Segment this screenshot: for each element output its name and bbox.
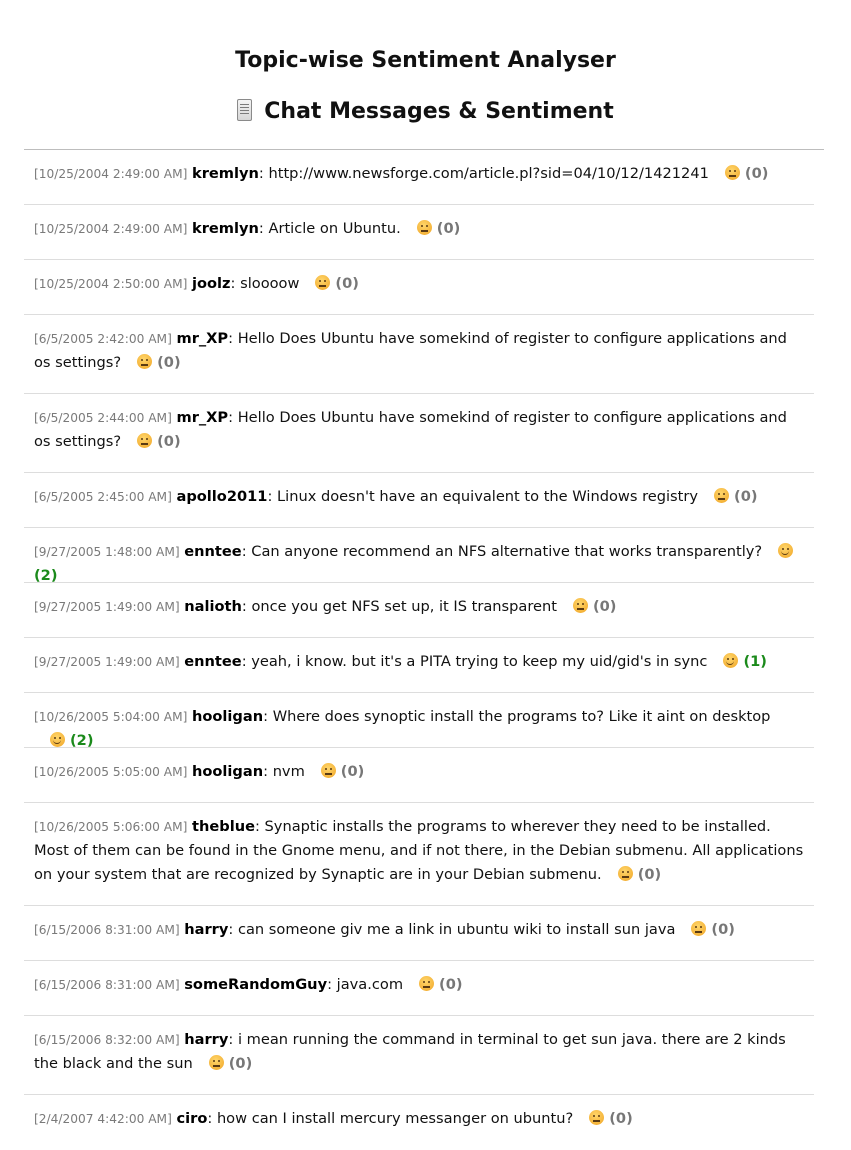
neutral-face-icon [315,275,331,290]
sentiment-score: (0) [340,763,365,780]
neutral-face-icon [617,866,633,881]
sentiment-score: (0) [157,433,181,450]
neutral-face-icon [691,921,707,936]
message-user: hooligan [191,763,264,780]
message-timestamp: [10/25/2004 2:50:00 AM] [34,277,188,291]
section-title: Chat Messages & Sentiment [0,99,851,124]
message-row: [9/27/2005 1:49:00 AM] nalioth: once you… [24,583,814,638]
message-timestamp: [10/26/2005 5:05:00 AM] [34,765,188,779]
message-timestamp: [10/26/2005 5:06:00 AM] [34,820,188,834]
sentiment-score: (0) [436,220,461,237]
message-timestamp: [10/25/2004 2:49:00 AM] [34,222,188,236]
sentiment-score: (0) [228,1055,253,1072]
sentiment-score: (0) [734,488,758,505]
section-title-text: Chat Messages & Sentiment [264,99,614,124]
message-row: [2/4/2007 4:42:00 AM] ciro: how can I in… [34,1110,633,1127]
neutral-face-icon [137,354,153,369]
message-user: enntee [184,653,242,670]
message-user: someRandomGuy [184,976,328,993]
sentiment-score: (0) [711,921,735,938]
message-user: mr_XP [176,330,229,347]
message-timestamp: [9/27/2005 1:49:00 AM] [34,600,180,614]
neutral-face-icon [419,976,435,991]
message-user: kremlyn [191,220,259,237]
smiling-face-icon [50,732,65,747]
neutral-face-icon [208,1055,224,1070]
message-row: [6/15/2006 8:32:00 AM] harry: i mean run… [24,1016,814,1095]
sentiment-score: (0) [637,866,662,883]
message-text: Can anyone recommend an NFS alternative … [251,543,763,560]
message-timestamp: [6/15/2006 8:31:00 AM] [34,923,180,937]
message-timestamp: [6/15/2006 8:31:00 AM] [34,978,180,992]
sentiment-score: (2) [34,567,58,584]
message-user: mr_XP [176,409,229,426]
message-timestamp: [10/25/2004 2:49:00 AM] [34,167,188,181]
message-user: kremlyn [191,165,259,182]
message-row: [6/5/2005 2:42:00 AM] mr_XP: Hello Does … [24,315,814,394]
message-text: Article on Ubuntu. [268,220,401,237]
message-row: [10/26/2005 5:06:00 AM] theblue: Synapti… [24,803,814,906]
message-row: [10/26/2005 5:05:00 AM] hooligan: nvm (0) [24,748,814,803]
message-text: sloooow [240,275,300,292]
message-text: how can I install mercury messanger on u… [216,1110,574,1127]
smiling-face-icon [723,653,739,668]
message-timestamp: [9/27/2005 1:49:00 AM] [34,655,180,669]
message-text: nvm [272,763,305,780]
neutral-face-icon [589,1110,605,1125]
message-text: yeah, i know. but it's a PITA trying to … [251,653,708,670]
message-user: apollo2011 [176,488,268,505]
page-title: Topic-wise Sentiment Analyser [235,48,616,73]
message-timestamp: [2/4/2007 4:42:00 AM] [34,1112,172,1126]
message-row: [10/25/2004 2:50:00 AM] joolz: sloooow (0… [24,260,814,315]
sentiment-score: (0) [592,598,617,615]
sentiment-score: (1) [743,653,767,670]
message-timestamp: [9/27/2005 1:48:00 AM] [34,545,180,559]
message-row: [10/25/2004 2:49:00 AM] kremlyn: Article… [24,205,814,260]
message-text: can someone giv me a link in ubuntu wiki… [237,921,676,938]
message-list: [10/25/2004 2:49:00 AM] kremlyn: http://… [24,150,814,1150]
message-timestamp: [6/15/2006 8:32:00 AM] [34,1033,180,1047]
sentiment-score: (0) [439,976,463,993]
message-user: harry [184,1031,229,1048]
neutral-face-icon [724,165,740,180]
message-user: theblue [191,818,255,835]
sentiment-score: (0) [744,165,769,182]
neutral-face-icon [320,763,336,778]
neutral-face-icon [137,433,153,448]
message-text: java.com [336,976,404,993]
message-text: Linux doesn't have an equivalent to the … [277,488,699,505]
neutral-face-icon [416,220,432,235]
message-row: [10/25/2004 2:49:00 AM] kremlyn: http://… [24,150,814,205]
message-timestamp: [6/5/2005 2:42:00 AM] [34,332,172,346]
message-row: [6/15/2006 8:31:00 AM] someRandomGuy: ja… [24,961,814,1016]
sentiment-score: (0) [335,275,359,292]
sentiment-score: (2) [70,732,94,749]
message-row: [6/5/2005 2:44:00 AM] mr_XP: Hello Does … [24,394,814,473]
neutral-face-icon [572,598,588,613]
message-row: [9/27/2005 1:48:00 AM] enntee: Can anyon… [24,528,814,584]
message-user: joolz [191,275,231,292]
message-timestamp: [6/5/2005 2:44:00 AM] [34,411,172,425]
message-row: [6/15/2006 8:31:00 AM] harry: can someon… [24,906,814,961]
message-user: harry [184,921,229,938]
message-timestamp: [6/5/2005 2:45:00 AM] [34,490,172,504]
message-row: [10/26/2005 5:04:00 AM] hooligan: Where … [24,693,814,749]
message-text: http://www.newsforge.com/article.pl?sid=… [268,165,709,182]
message-row: [6/5/2005 2:45:00 AM] apollo2011: Linux … [24,473,814,528]
message-text: Where does synoptic install the programs… [272,708,771,725]
smiling-face-icon [778,543,794,558]
sentiment-score: (0) [609,1110,633,1127]
message-text: once you get NFS set up, it IS transpare… [251,598,557,615]
message-user: enntee [184,543,242,560]
message-user: hooligan [191,708,264,725]
neutral-face-icon [714,488,730,503]
message-user: ciro [176,1110,208,1127]
message-row: [9/27/2005 1:49:00 AM] enntee: yeah, i k… [24,638,814,693]
message-timestamp: [10/26/2005 5:04:00 AM] [34,710,188,724]
message-user: nalioth [184,598,242,615]
document-icon [237,99,253,121]
sentiment-score: (0) [157,354,181,371]
